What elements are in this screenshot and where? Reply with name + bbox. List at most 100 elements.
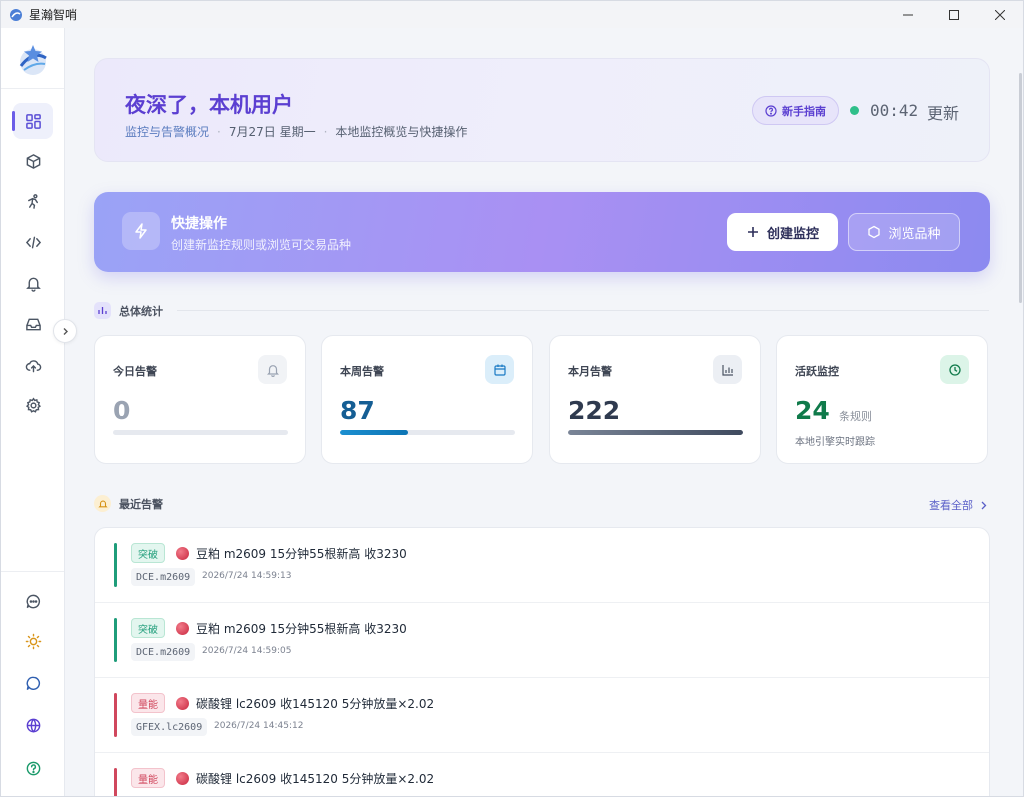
- bell-icon: [258, 355, 287, 384]
- stat-label: 本月告警: [568, 365, 612, 378]
- create-monitor-button[interactable]: 创建监控: [727, 213, 838, 251]
- sidebar-item-alerts[interactable]: [13, 265, 53, 301]
- minimize-icon: [903, 14, 913, 15]
- minimize-button[interactable]: [885, 1, 931, 28]
- subtitle-separator: ·: [217, 124, 221, 139]
- dashboard-icon: [25, 113, 41, 129]
- recent-alerts-list: 突破 豆粕 m2609 15分钟55根新高 收3230 DCE.m2609 20…: [94, 527, 990, 796]
- alert-severity-dot: [176, 622, 189, 635]
- chevron-right-icon: [981, 501, 987, 509]
- alerts-section-title: 最近告警: [119, 497, 163, 511]
- alert-severity-dot: [176, 547, 189, 560]
- sidebar-item-help[interactable]: [13, 750, 53, 786]
- browse-instruments-label: 浏览品种: [888, 226, 941, 242]
- sidebar: [1, 28, 65, 796]
- sidebar-item-activity[interactable]: [13, 183, 53, 219]
- alert-instrument-code: DCE.m2609: [131, 568, 196, 586]
- globe-icon: [26, 718, 40, 733]
- browse-instruments-button[interactable]: 浏览品种: [848, 213, 960, 251]
- view-all-link[interactable]: 查看全部: [929, 497, 989, 513]
- alert-type-badge: 量能: [131, 693, 165, 713]
- maximize-icon: [949, 9, 959, 20]
- sidebar-item-code[interactable]: [13, 224, 53, 260]
- alert-severity-dot: [176, 772, 189, 785]
- message-circle-icon: [26, 594, 40, 608]
- calendar-icon: [485, 355, 514, 384]
- alert-title: 豆粕 m2609 15分钟55根新高 收3230: [196, 622, 407, 636]
- alert-item[interactable]: 量能 碳酸锂 lc2609 收145120 5分钟放量×2.02: [95, 753, 989, 796]
- subtitle-description: 本地监控概览与快捷操作: [335, 125, 468, 139]
- quick-actions-subtitle: 创建新监控规则或浏览可交易品种: [171, 238, 352, 252]
- bell-icon: [94, 495, 111, 512]
- stat-card-week: 本周告警 87: [321, 335, 533, 464]
- sidebar-item-feedback[interactable]: [13, 583, 53, 619]
- inbox-icon: [25, 318, 41, 330]
- plus-icon: [747, 227, 758, 237]
- maximize-button[interactable]: [931, 1, 977, 28]
- last-update-time: 00:42: [870, 101, 919, 120]
- cloud-upload-icon: [25, 359, 41, 372]
- alert-timestamp: 2026/7/24 14:59:05: [202, 646, 292, 656]
- close-button[interactable]: [977, 1, 1023, 28]
- app-window: 星瀚智哨 夜深了，本机用户 监控与告警概况 · 7月27日 星期一 · 本地监控…: [0, 0, 1024, 797]
- sidebar-item-upload[interactable]: [13, 347, 53, 383]
- beginner-guide-button[interactable]: 新手指南: [752, 96, 839, 125]
- help-circle-icon: [765, 104, 777, 117]
- alert-title: 碳酸锂 lc2609 收145120 5分钟放量×2.02: [196, 697, 435, 711]
- lightning-icon: [122, 212, 160, 250]
- scrollbar-thumb[interactable]: [1019, 73, 1022, 303]
- stat-value: 87: [340, 396, 375, 425]
- cube-icon: [26, 153, 40, 169]
- quick-actions-title: 快捷操作: [171, 216, 227, 232]
- stats-section-header: 总体统计: [94, 302, 163, 319]
- alert-item[interactable]: 突破 豆粕 m2609 15分钟55根新高 收3230 DCE.m2609 20…: [95, 603, 989, 678]
- subtitle-separator: ·: [323, 124, 328, 139]
- stat-value: 24: [795, 396, 830, 425]
- stat-value: 222: [568, 396, 621, 425]
- main-scrollbar[interactable]: [1017, 28, 1023, 796]
- sidebar-item-settings[interactable]: [13, 387, 53, 423]
- alert-timestamp: 2026/7/24 14:45:12: [214, 721, 304, 731]
- sidebar-item-theme[interactable]: [13, 623, 53, 659]
- stat-value: 0: [113, 396, 131, 425]
- sidebar-item-dashboard[interactable]: [12, 103, 53, 139]
- app-logo-icon: [10, 8, 22, 21]
- sidebar-item-inbox[interactable]: [13, 306, 53, 342]
- stat-card-today: 今日告警 0: [94, 335, 306, 464]
- stat-card-month: 本月告警 222: [549, 335, 761, 464]
- alert-type-badge: 量能: [131, 768, 165, 788]
- sidebar-item-products[interactable]: [13, 143, 53, 179]
- stat-unit: 条规则: [839, 410, 872, 423]
- subtitle-date: 7月27日 星期一: [228, 125, 316, 139]
- alert-type-badge: 突破: [131, 618, 165, 638]
- stat-label: 本周告警: [340, 365, 384, 378]
- alert-type-badge: 突破: [131, 543, 165, 563]
- sidebar-collapse-button[interactable]: [53, 319, 77, 343]
- greeting-title: 夜深了，本机用户: [125, 93, 293, 117]
- alert-timestamp: 2026/7/24 14:59:13: [202, 571, 292, 581]
- sidebar-item-language[interactable]: [13, 707, 53, 743]
- alert-title: 豆粕 m2609 15分钟55根新高 收3230: [196, 547, 407, 561]
- alert-instrument-code: GFEX.lc2609: [131, 718, 208, 736]
- alert-item[interactable]: 量能 碳酸锂 lc2609 收145120 5分钟放量×2.02 GFEX.lc…: [95, 678, 989, 753]
- stat-progress-bar: [113, 430, 288, 435]
- sun-icon: [25, 633, 41, 649]
- code-icon: [25, 236, 41, 248]
- guide-label: 新手指南: [782, 104, 826, 118]
- live-status-dot: [850, 106, 859, 115]
- alert-instrument-code: DCE.m2609: [131, 643, 196, 661]
- greeting-subtitle: 监控与告警概况 · 7月27日 星期一 · 本地监控概览与快捷操作: [125, 123, 467, 140]
- stat-note: 本地引擎实时跟踪: [795, 437, 875, 448]
- window-title: 星瀚智哨: [29, 8, 78, 22]
- stats-section-title: 总体统计: [119, 304, 163, 318]
- stat-progress-bar: [340, 430, 515, 435]
- brand-logo-icon: [19, 45, 47, 75]
- quick-actions-banner: 快捷操作 创建新监控规则或浏览可交易品种 创建监控 浏览品种: [94, 192, 990, 272]
- close-icon: [995, 9, 1005, 20]
- stat-label: 今日告警: [113, 365, 157, 378]
- stat-progress-bar: [568, 430, 743, 435]
- title-bar: 星瀚智哨: [1, 1, 1023, 28]
- sidebar-item-chat[interactable]: [13, 665, 53, 701]
- alert-item[interactable]: 突破 豆粕 m2609 15分钟55根新高 收3230 DCE.m2609 20…: [95, 528, 989, 603]
- chat-icon: [26, 676, 40, 690]
